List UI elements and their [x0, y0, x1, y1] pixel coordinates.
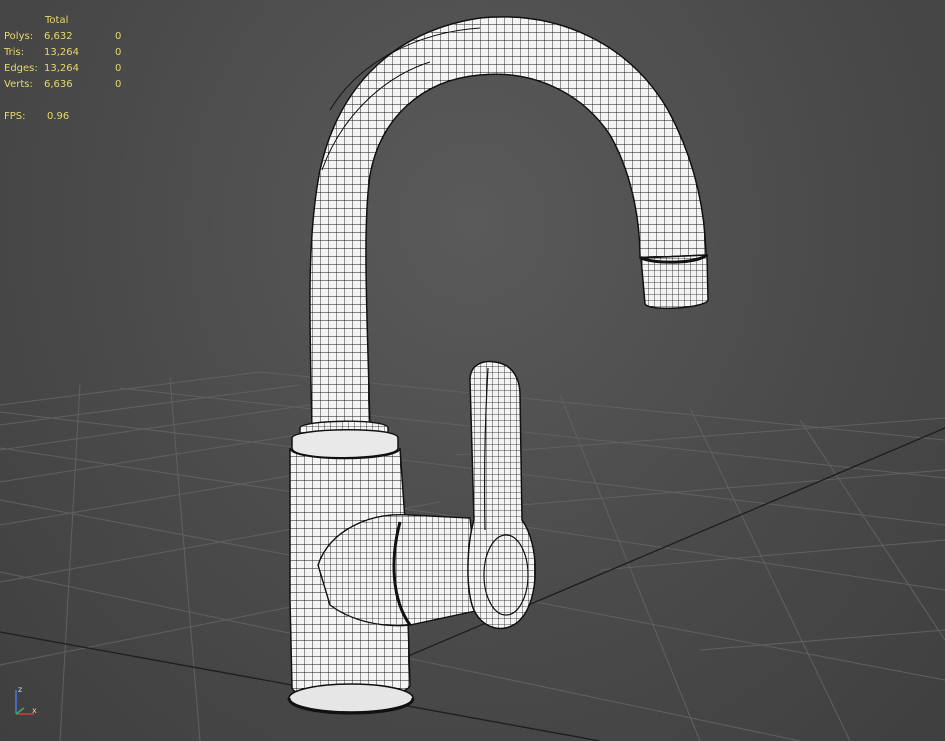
fps-value: 0.96 — [47, 111, 70, 122]
stats-selected: 0 — [115, 63, 122, 74]
faucet-base[interactable] — [287, 683, 415, 715]
stats-total: 13,264 — [44, 63, 79, 74]
stats-selected: 0 — [115, 47, 122, 58]
stats-total: 6,636 — [44, 79, 73, 90]
stats-total: 13,264 — [44, 47, 79, 58]
stats-label: Polys: — [4, 31, 34, 42]
spout-aerator[interactable] — [640, 253, 709, 310]
stats-header-total: Total — [45, 15, 69, 26]
fps-label: FPS: — [4, 111, 26, 122]
stats-selected: 0 — [115, 31, 122, 42]
viewport-scene[interactable] — [0, 0, 945, 741]
lever-handle[interactable] — [467, 360, 536, 630]
x-axis-label: x — [32, 706, 37, 715]
faucet-mesh-icon[interactable] — [287, 16, 709, 715]
stats-total: 6,632 — [44, 31, 73, 42]
y-axis-line — [15, 707, 25, 715]
stats-label: Tris: — [4, 47, 25, 58]
axis-gizmo-icon: z x — [15, 685, 37, 715]
z-axis-label: z — [18, 685, 22, 694]
stats-label: Verts: — [4, 79, 33, 90]
stats-selected: 0 — [115, 79, 122, 90]
3d-viewport[interactable]: Total Polys: 6,632 0 Tris: 13,264 0 Edge… — [0, 0, 945, 741]
spout-collar[interactable] — [291, 420, 399, 459]
stats-label: Edges: — [4, 63, 38, 74]
